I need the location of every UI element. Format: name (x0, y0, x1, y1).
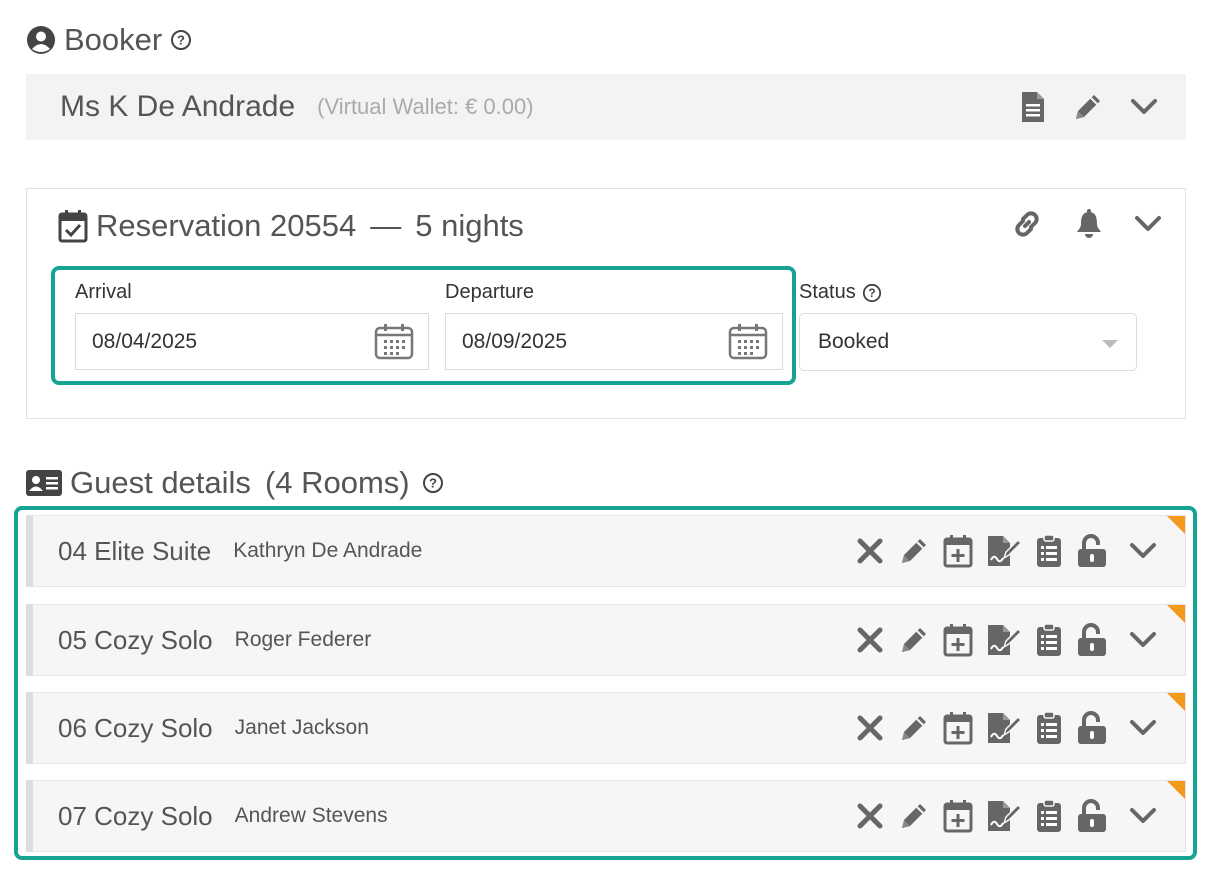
status-label-group: Status ? (799, 281, 882, 304)
reservation-heading: Reservation 20554 — 5 nights (58, 208, 524, 244)
booker-wallet: (Virtual Wallet: € 0.00) (317, 94, 534, 119)
reservation-actions (1010, 204, 1162, 244)
svg-text:?: ? (868, 286, 875, 300)
booker-bar[interactable]: Ms K De Andrade (Virtual Wallet: € 0.00) (26, 74, 1186, 140)
reservation-separator: — (370, 208, 402, 243)
bell-icon[interactable] (1074, 208, 1104, 240)
status-select[interactable]: Booked (799, 313, 1137, 371)
pencil-icon[interactable] (1072, 91, 1104, 123)
document-icon[interactable] (1020, 91, 1046, 123)
booker-name: Ms K De Andrade (60, 90, 296, 123)
svg-text:?: ? (177, 33, 185, 48)
help-icon[interactable]: ? (422, 472, 444, 494)
status-label: Status (799, 281, 856, 303)
booker-heading-label: Booker (64, 22, 163, 57)
svg-text:?: ? (429, 476, 437, 491)
caret-down-icon (1102, 340, 1118, 348)
calendar-check-icon (58, 209, 88, 243)
room-count: (4 Rooms) (264, 465, 410, 500)
booker-heading: Booker ? (26, 22, 192, 58)
reservation-nights: 5 nights (415, 208, 524, 243)
link-icon[interactable] (1010, 207, 1044, 241)
chevron-down-icon[interactable] (1130, 97, 1158, 117)
status-value: Booked (818, 330, 890, 353)
id-card-icon (26, 469, 62, 497)
user-circle-icon (26, 25, 56, 55)
guests-highlight-frame (14, 506, 1197, 860)
reservation-number: Reservation 20554 (96, 208, 357, 243)
help-icon[interactable]: ? (170, 29, 192, 51)
help-icon[interactable]: ? (862, 283, 882, 303)
guest-details-label: Guest details (70, 465, 251, 500)
chevron-down-icon[interactable] (1134, 214, 1162, 234)
dates-highlight-frame (51, 266, 796, 385)
guest-details-heading: Guest details (4 Rooms) ? (26, 465, 444, 501)
